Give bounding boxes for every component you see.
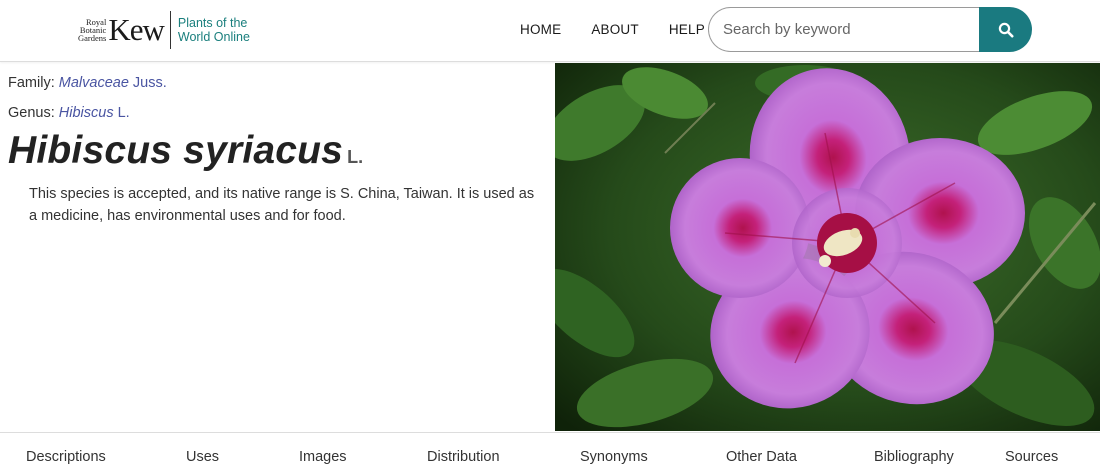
logo-divider [169, 11, 171, 49]
genus-link[interactable]: Hibiscus L. [59, 105, 130, 121]
search-icon [998, 22, 1014, 37]
logo-line-gardens: Gardens [78, 33, 107, 43]
logo-kew-wordmark: Kew [108, 12, 165, 47]
species-photo[interactable] [555, 63, 1100, 431]
tab-synonyms[interactable]: Synonyms [580, 449, 648, 465]
family-label: Family: [8, 75, 55, 91]
family-link[interactable]: Malvaceae Juss. [59, 75, 167, 91]
logo-product-name: Plants of the World Online [178, 16, 250, 44]
family-line: Family: Malvaceae Juss. [8, 75, 167, 91]
family-name: Malvaceae [58, 75, 129, 91]
genus-label: Genus: [8, 105, 55, 121]
logo-product-line-2: World Online [177, 30, 250, 44]
logo-royal-botanic-gardens: Royal Botanic Gardens [78, 18, 107, 43]
species-name: Hibiscus syriacus [8, 129, 344, 172]
tab-images[interactable]: Images [299, 449, 347, 465]
genus-name: Hibiscus [58, 105, 114, 121]
tab-sources[interactable]: Sources [1005, 449, 1058, 465]
section-tabs: Descriptions Uses Images Distribution Sy… [0, 432, 1100, 471]
tab-other-data[interactable]: Other Data [726, 449, 797, 465]
page-title: Hibiscus syriacus L. [8, 129, 363, 173]
genus-author: L. [117, 105, 130, 121]
species-summary: This species is accepted, and its native… [29, 186, 535, 224]
tab-uses[interactable]: Uses [186, 449, 219, 465]
nav-about[interactable]: ABOUT [591, 22, 639, 37]
family-author: Juss. [132, 75, 167, 91]
nav-help[interactable]: HELP [669, 22, 705, 37]
site-header: Royal Botanic Gardens Kew Plants of the … [0, 0, 1100, 62]
kew-logo-link[interactable]: Royal Botanic Gardens Kew Plants of the … [78, 10, 250, 50]
tab-distribution[interactable]: Distribution [427, 449, 500, 465]
main-nav: HOME ABOUT HELP [520, 22, 735, 37]
search-input[interactable] [708, 7, 980, 52]
tab-descriptions[interactable]: Descriptions [26, 449, 106, 465]
genus-line: Genus: Hibiscus L. [8, 105, 130, 121]
logo-product-line-1: Plants of the [177, 16, 248, 30]
hibiscus-flower-image [555, 63, 1100, 431]
tab-bibliography[interactable]: Bibliography [874, 449, 954, 465]
species-author: L. [347, 147, 364, 167]
search-bar [708, 7, 1032, 52]
nav-home[interactable]: HOME [520, 22, 561, 37]
search-button[interactable] [979, 7, 1032, 52]
